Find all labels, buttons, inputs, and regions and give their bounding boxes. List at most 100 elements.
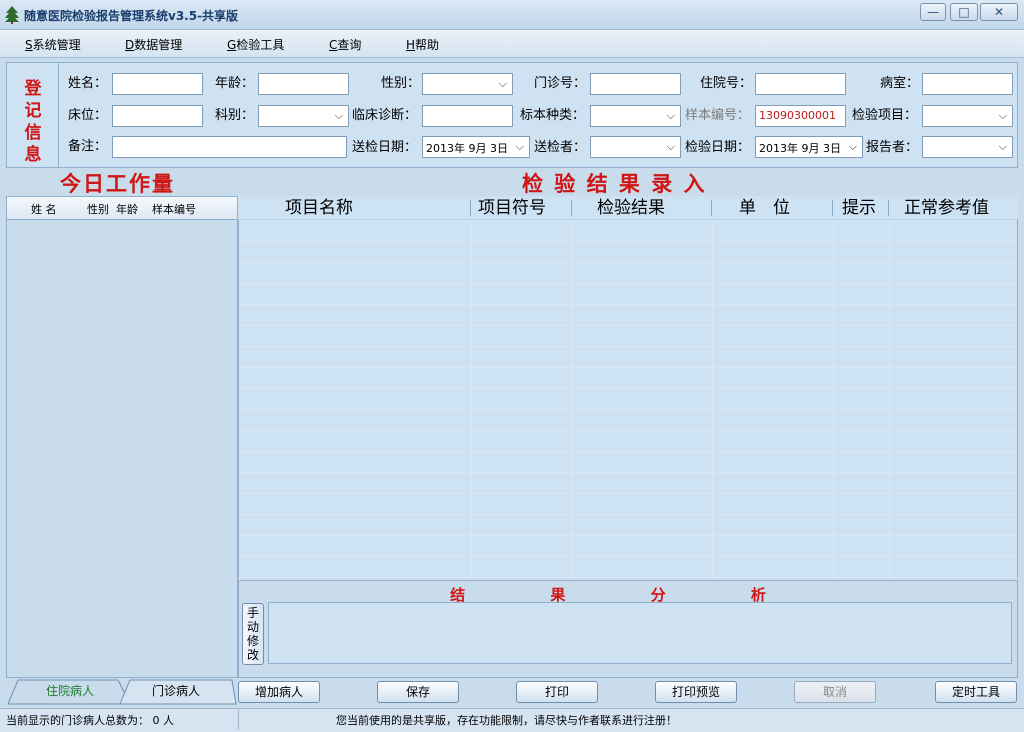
heading-char: 记: [24, 101, 42, 121]
analysis-textarea[interactable]: [268, 602, 1012, 664]
gender-select[interactable]: ⌵: [422, 73, 513, 95]
name-input[interactable]: [112, 73, 203, 95]
close-button[interactable]: ✕: [980, 3, 1018, 21]
diagnosis-input[interactable]: [422, 105, 513, 127]
grid-row-line: [239, 367, 1017, 368]
outpatient-no-input[interactable]: [590, 73, 681, 95]
menu-query[interactable]: C查询: [329, 36, 361, 53]
grid-row-line: [239, 493, 1017, 494]
heading-char: 登: [24, 79, 42, 99]
chevron-down-icon: ⌵: [334, 109, 343, 122]
manual-edit-button[interactable]: 手 动 修 改: [242, 603, 264, 665]
specimen-type-select[interactable]: ⌵: [590, 105, 681, 127]
column-item-name: 项目名称: [285, 198, 353, 218]
tab-outpatient[interactable]: 门诊病人: [136, 679, 216, 703]
grid-row-line: [239, 262, 1017, 263]
result-grid[interactable]: [238, 196, 1018, 578]
inpatient-no-input[interactable]: [755, 73, 846, 95]
test-date-picker[interactable]: 2013年 9月 3日 ⌵: [755, 136, 863, 158]
remark-label: 备注：: [68, 139, 108, 154]
sample-no-input[interactable]: 13090300001: [755, 105, 846, 127]
menu-tools[interactable]: G检验工具: [227, 36, 284, 53]
send-date-value: 2013年 9月 3日: [426, 142, 508, 155]
column-hint: 提示: [842, 198, 876, 218]
maximize-button[interactable]: □: [950, 3, 978, 21]
test-item-select[interactable]: ⌵: [922, 105, 1013, 127]
test-date-label: 检验日期：: [685, 140, 751, 155]
grid-row-line: [239, 409, 1017, 410]
menu-system[interactable]: S系统管理: [25, 36, 81, 53]
department-label: 科别：: [215, 108, 255, 123]
tab-inpatient[interactable]: 住院病人: [30, 679, 110, 703]
department-select[interactable]: ⌵: [258, 105, 349, 127]
test-item-label: 检验项目：: [852, 108, 918, 123]
grid-row-line: [239, 304, 1017, 305]
grid-row-line: [239, 325, 1017, 326]
manual-edit-char: 手: [246, 606, 259, 620]
menu-system-key: S: [25, 38, 33, 52]
column-name: 姓 名: [31, 203, 57, 216]
remark-input[interactable]: [112, 136, 347, 158]
column-age: 年龄: [116, 203, 138, 216]
sender-select[interactable]: ⌵: [590, 136, 681, 158]
grid-row-line: [239, 556, 1017, 557]
menu-tools-label: 检验工具: [236, 38, 285, 52]
name-label: 姓名：: [68, 76, 108, 91]
grid-row-line: [239, 346, 1017, 347]
bed-input[interactable]: [112, 105, 203, 127]
reporter-select[interactable]: ⌵: [922, 136, 1013, 158]
inpatient-no-label: 住院号：: [700, 76, 753, 91]
menu-query-label: 查询: [337, 38, 362, 52]
menu-help[interactable]: H帮助: [406, 36, 439, 53]
add-patient-button[interactable]: 增加病人: [238, 681, 320, 703]
diagnosis-label: 临床诊断：: [352, 108, 418, 123]
menu-data[interactable]: D数据管理: [125, 36, 182, 53]
bed-label: 床位：: [68, 108, 108, 123]
menu-tools-key: G: [227, 38, 237, 52]
timer-tool-button[interactable]: 定时工具: [935, 681, 1017, 703]
column-result: 检验结果: [597, 198, 665, 218]
manual-edit-char: 改: [246, 648, 259, 662]
print-preview-button[interactable]: 打印预览: [655, 681, 737, 703]
chevron-down-icon: ⌵: [498, 77, 507, 90]
grid-row-line: [239, 283, 1017, 284]
cancel-button[interactable]: 取消: [794, 681, 876, 703]
chevron-down-icon: ⌵: [998, 140, 1007, 153]
column-separator: [470, 200, 471, 216]
menu-data-label: 数据管理: [134, 38, 183, 52]
chevron-down-icon: ⌵: [666, 140, 675, 153]
send-date-picker[interactable]: 2013年 9月 3日 ⌵: [422, 136, 530, 158]
ward-input[interactable]: [922, 73, 1013, 95]
menu-data-key: D: [125, 38, 135, 52]
grid-row-line: [239, 514, 1017, 515]
save-button[interactable]: 保存: [377, 681, 459, 703]
test-date-value: 2013年 9月 3日: [759, 142, 841, 155]
age-input[interactable]: [258, 73, 349, 95]
grid-column-line: [833, 220, 834, 577]
menu-help-key: H: [406, 38, 416, 52]
minimize-button[interactable]: —: [920, 3, 946, 21]
registration-divider: [58, 63, 59, 167]
chevron-down-icon: ⌵: [848, 140, 857, 153]
grid-row-line: [239, 451, 1017, 452]
grid-row-line: [239, 535, 1017, 536]
result-entry-heading: 检 验 结 果 录 入: [522, 172, 707, 196]
specimen-type-label: 标本种类：: [520, 108, 586, 123]
grid-column-line: [889, 220, 890, 577]
column-sample-no: 样本编号: [152, 203, 196, 216]
sender-label: 送检者：: [534, 140, 587, 155]
column-reference: 正常参考值: [904, 198, 989, 218]
print-button[interactable]: 打印: [516, 681, 598, 703]
manual-edit-char: 修: [246, 634, 259, 648]
outpatient-no-label: 门诊号：: [534, 76, 587, 91]
grid-column-line: [572, 220, 573, 577]
heading-char: 信: [24, 123, 42, 143]
heading-char: 息: [24, 145, 42, 165]
grid-row-line: [239, 430, 1017, 431]
column-unit: 单 位: [739, 198, 790, 218]
sample-no-label: 样本编号：: [685, 108, 751, 123]
column-item-code: 项目符号: [478, 198, 546, 218]
workload-heading: 今日工作量: [60, 172, 175, 196]
chevron-down-icon: ⌵: [998, 109, 1007, 122]
workload-list[interactable]: [6, 196, 238, 678]
